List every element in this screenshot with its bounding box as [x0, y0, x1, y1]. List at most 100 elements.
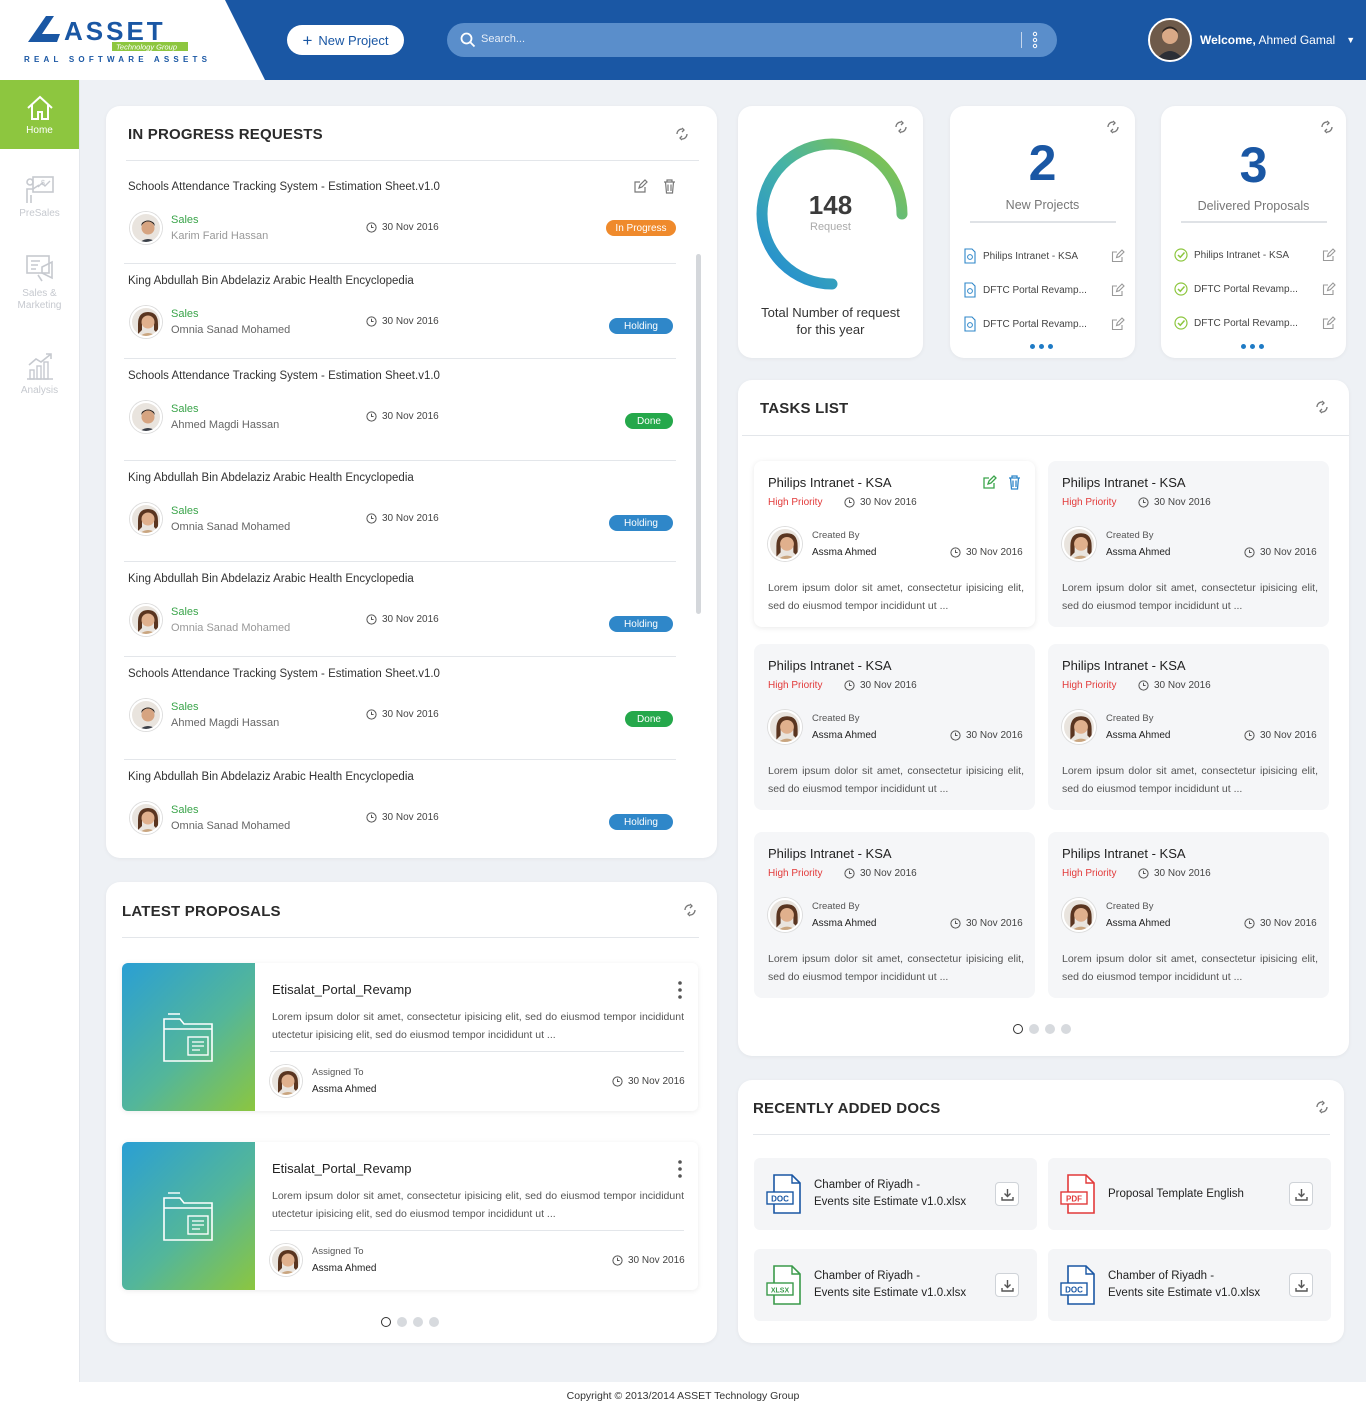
request-title[interactable]: King Abdullah Bin Abdelaziz Arabic Healt… [128, 472, 414, 484]
task-card[interactable]: Philips Intranet - KSA High Priority 30 No… [754, 832, 1035, 998]
total-requests-caption: Total Number of request for this year [738, 304, 923, 338]
download-button[interactable] [995, 1182, 1019, 1206]
creator-name: Assma Ahmed [1106, 918, 1171, 929]
proposals-pager[interactable] [381, 1317, 439, 1327]
request-item[interactable]: King Abdullah Bin Abdelaziz Arabic Healt… [106, 467, 696, 562]
created-by-label: Created By [812, 713, 860, 724]
proposal-title[interactable]: Etisalat_Portal_Revamp [272, 1161, 411, 1176]
folder-icon [163, 1011, 213, 1062]
logo-area[interactable]: ASSET Technology Group REAL SOFTWARE ASS… [0, 0, 265, 80]
project-list-item[interactable]: DFTC Portal Revamp... [963, 282, 1125, 298]
doc-name[interactable]: Chamber of Riyadh - Events site Estimate … [814, 1177, 966, 1211]
download-button[interactable] [1289, 1273, 1313, 1297]
download-icon [1295, 1280, 1308, 1292]
doc-item[interactable]: PDF Proposal Template English [1048, 1158, 1331, 1230]
download-button[interactable] [995, 1273, 1019, 1297]
search-options-icon[interactable] [1031, 31, 1039, 49]
sidebar-item-home[interactable]: Home [0, 80, 79, 149]
request-title[interactable]: King Abdullah Bin Abdelaziz Arabic Healt… [128, 771, 414, 783]
request-item[interactable]: Schools Attendance Tracking System - Est… [106, 365, 696, 461]
creator-name: Assma Ahmed [1106, 730, 1171, 741]
request-title[interactable]: Schools Attendance Tracking System - Est… [128, 181, 440, 193]
sidebar-item-label: Analysis [20, 385, 59, 396]
refresh-icon[interactable] [894, 120, 908, 134]
request-item[interactable]: Schools Attendance Tracking System - Est… [106, 176, 696, 266]
request-item[interactable]: King Abdullah Bin Abdelaziz Arabic Healt… [106, 766, 696, 856]
more-dots[interactable] [1241, 344, 1264, 349]
sidebar-item-analysis[interactable]: Analysis [0, 350, 79, 396]
download-button[interactable] [1289, 1182, 1313, 1206]
project-list-item[interactable]: DFTC Portal Revamp... [1174, 316, 1336, 330]
task-title[interactable]: Philips Intranet - KSA [768, 658, 892, 673]
project-list-item[interactable]: DFTC Portal Revamp... [1174, 282, 1336, 296]
refresh-icon[interactable] [675, 127, 689, 141]
search-input[interactable]: Search... [481, 33, 525, 45]
more-options-icon[interactable] [678, 981, 682, 1004]
proposal-title[interactable]: Etisalat_Portal_Revamp [272, 982, 411, 997]
request-title[interactable]: King Abdullah Bin Abdelaziz Arabic Healt… [128, 275, 414, 287]
task-title[interactable]: Philips Intranet - KSA [768, 846, 892, 861]
sidebar-item-sales-marketing[interactable]: Sales & Marketing [0, 253, 79, 312]
proposal-card[interactable]: Etisalat_Portal_Revamp Lorem ipsum dolor … [122, 963, 698, 1111]
task-card[interactable]: Philips Intranet - KSA High Priority 30 No… [1048, 832, 1329, 998]
task-title[interactable]: Philips Intranet - KSA [1062, 658, 1186, 673]
more-options-icon[interactable] [678, 1160, 682, 1183]
proposal-card[interactable]: Etisalat_Portal_Revamp Lorem ipsum dolor … [122, 1142, 698, 1290]
more-dots[interactable] [1030, 344, 1053, 349]
edit-icon[interactable] [982, 475, 997, 495]
project-list-item[interactable]: Philips Intranet - KSA [963, 248, 1125, 264]
delete-icon[interactable] [1008, 475, 1021, 495]
edit-icon[interactable] [633, 179, 648, 199]
project-list-item[interactable]: Philips Intranet - KSA [1174, 248, 1336, 262]
refresh-icon[interactable] [683, 903, 697, 917]
sidebar-item-presales[interactable]: $ PreSales [0, 173, 79, 219]
task-date: 30 Nov 2016 [844, 680, 917, 691]
tasks-pager[interactable] [1013, 1024, 1071, 1034]
download-icon [1295, 1189, 1308, 1201]
task-title[interactable]: Philips Intranet - KSA [1062, 475, 1186, 490]
doc-name[interactable]: Chamber of Riyadh - Events site Estimate … [1108, 1268, 1260, 1302]
refresh-icon[interactable] [1320, 120, 1334, 134]
task-card[interactable]: Philips Intranet - KSA High Priority 30 No… [754, 461, 1035, 627]
project-list-item[interactable]: DFTC Portal Revamp... [963, 316, 1125, 332]
refresh-icon[interactable] [1315, 1100, 1329, 1114]
doc-item[interactable]: DOC Chamber of Riyadh - Events site Estima… [1048, 1249, 1331, 1321]
task-title[interactable]: Philips Intranet - KSA [1062, 846, 1186, 861]
status-badge: Holding [609, 616, 673, 632]
edit-icon[interactable] [1322, 248, 1336, 262]
task-card[interactable]: Philips Intranet - KSA High Priority 30 No… [1048, 461, 1329, 627]
request-person: Omnia Sanad Mohamed [171, 324, 291, 336]
scrollbar[interactable] [696, 254, 701, 614]
request-title[interactable]: Schools Attendance Tracking System - Est… [128, 668, 440, 680]
new-project-button[interactable]: + New Project [287, 25, 404, 55]
edit-icon[interactable] [1111, 249, 1125, 263]
task-card[interactable]: Philips Intranet - KSA High Priority 30 No… [1048, 644, 1329, 810]
clock-icon [1244, 547, 1255, 558]
edit-icon[interactable] [1111, 317, 1125, 331]
sidebar-item-label: Home [26, 125, 53, 136]
request-title[interactable]: Schools Attendance Tracking System - Est… [128, 370, 440, 382]
edit-icon[interactable] [1111, 283, 1125, 297]
edit-icon[interactable] [1322, 316, 1336, 330]
request-title[interactable]: King Abdullah Bin Abdelaziz Arabic Healt… [128, 573, 414, 585]
request-category: Sales [171, 505, 199, 517]
clock-icon [1138, 497, 1149, 508]
doc-name[interactable]: Chamber of Riyadh - Events site Estimate … [814, 1268, 966, 1302]
check-icon [1174, 248, 1188, 262]
doc-name[interactable]: Proposal Template English [1108, 1186, 1244, 1203]
request-item[interactable]: King Abdullah Bin Abdelaziz Arabic Healt… [106, 270, 696, 360]
delete-icon[interactable] [663, 179, 676, 199]
request-item[interactable]: King Abdullah Bin Abdelaziz Arabic Healt… [106, 568, 696, 658]
doc-item[interactable]: DOC Chamber of Riyadh - Events site Estima… [754, 1158, 1037, 1230]
refresh-icon[interactable] [1315, 400, 1329, 414]
task-card[interactable]: Philips Intranet - KSA High Priority 30 No… [754, 644, 1035, 810]
proposal-date-text: 30 Nov 2016 [628, 1076, 685, 1087]
doc-item[interactable]: XLSX Chamber of Riyadh - Events site Estim… [754, 1249, 1037, 1321]
request-item[interactable]: Schools Attendance Tracking System - Est… [106, 663, 696, 760]
refresh-icon[interactable] [1106, 120, 1120, 134]
edit-icon[interactable] [1322, 282, 1336, 296]
task-title[interactable]: Philips Intranet - KSA [768, 475, 892, 490]
chevron-down-icon[interactable]: ▼ [1346, 35, 1355, 45]
user-menu[interactable]: Welcome, Ahmed Gamal ▼ [1148, 18, 1355, 62]
search-bar[interactable]: Search... [447, 23, 1057, 57]
